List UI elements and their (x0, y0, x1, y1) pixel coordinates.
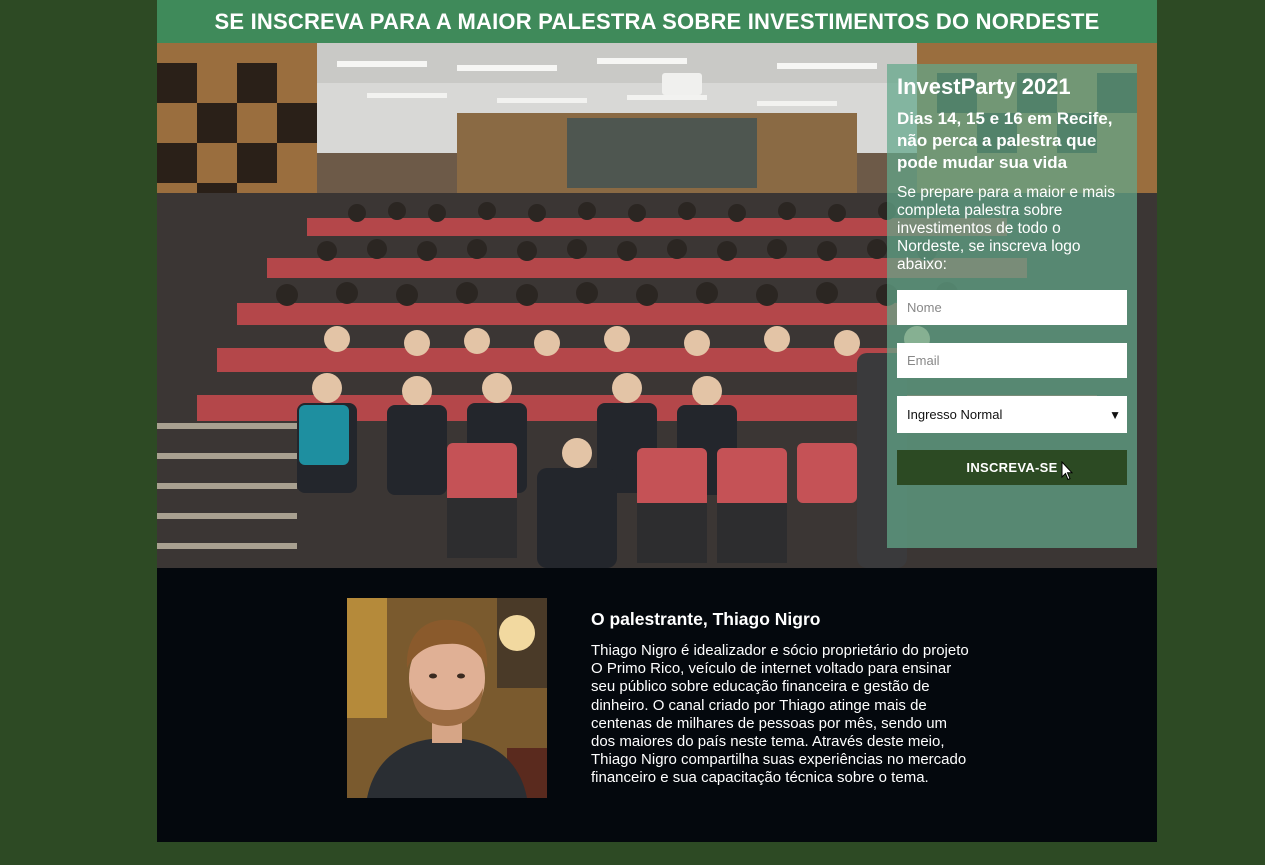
registration-form: InvestParty 2021 Dias 14, 15 e 16 em Rec… (887, 64, 1137, 548)
speaker-section: O palestrante, Thiago Nigro Thiago Nigro… (157, 568, 1157, 842)
event-subtitle: Dias 14, 15 e 16 em Recife, não perca a … (897, 109, 1113, 172)
speaker-info: O palestrante, Thiago Nigro Thiago Nigro… (591, 608, 971, 788)
speaker-heading: O palestrante, Thiago Nigro (591, 609, 821, 629)
submit-button[interactable]: INSCREVA-SE (897, 450, 1127, 485)
ticket-selected-value: Ingresso Normal (907, 407, 1003, 422)
event-title: InvestParty 2021 (897, 74, 1071, 99)
hero-section: InvestParty 2021 Dias 14, 15 e 16 em Rec… (157, 43, 1157, 568)
name-placeholder: Nome (907, 300, 942, 315)
top-banner: SE INSCREVA PARA A MAIOR PALESTRA SOBRE … (157, 0, 1157, 43)
name-field[interactable]: Nome (897, 290, 1127, 325)
mouse-cursor-icon (1061, 461, 1073, 481)
email-placeholder: Email (907, 353, 940, 368)
ticket-select[interactable]: Ingresso Normal ▼ (897, 396, 1127, 433)
page-container: SE INSCREVA PARA A MAIOR PALESTRA SOBRE … (157, 0, 1157, 842)
speaker-photo (347, 598, 547, 798)
speaker-bio: Thiago Nigro é idealizador e sócio propr… (591, 642, 969, 787)
email-field[interactable]: Email (897, 343, 1127, 378)
submit-label: INSCREVA-SE (966, 460, 1058, 475)
event-description: Se prepare para a maior e mais completa … (897, 184, 1115, 273)
chevron-down-icon: ▼ (1109, 407, 1121, 422)
banner-title: SE INSCREVA PARA A MAIOR PALESTRA SOBRE … (214, 8, 1100, 34)
